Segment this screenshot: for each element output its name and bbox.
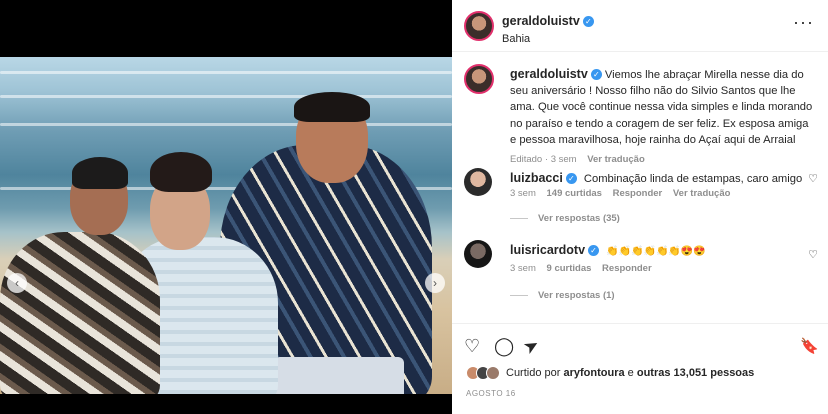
commenter-avatar[interactable] bbox=[464, 168, 492, 196]
verified-badge-icon: ✓ bbox=[590, 69, 602, 80]
next-photo-button[interactable]: › bbox=[425, 273, 445, 293]
post-location[interactable]: Bahia bbox=[502, 33, 594, 45]
liked-by-connector: e bbox=[627, 367, 634, 379]
comment-like-heart-icon[interactable]: ♡ bbox=[808, 248, 818, 261]
liked-by-row: Curtido por aryfontoura e outras 13,051 … bbox=[466, 366, 754, 380]
instagram-post-modal: ‹ › geraldoluistv ✓ Bahia ··· geraldoluis… bbox=[0, 0, 828, 414]
author-avatar[interactable] bbox=[464, 11, 494, 41]
post-date[interactable]: AGOSTO 16 bbox=[466, 389, 516, 398]
post-photo[interactable]: ‹ › bbox=[0, 57, 452, 394]
like-heart-icon[interactable]: ♡ bbox=[464, 336, 480, 357]
wave-stripe bbox=[0, 71, 452, 74]
share-icon[interactable]: ➤ bbox=[520, 334, 544, 360]
comment-likes[interactable]: 149 curtidas bbox=[547, 188, 602, 199]
comment-reply-button[interactable]: Responder bbox=[602, 263, 652, 274]
view-replies-label: Ver respostas (35) bbox=[538, 213, 620, 224]
comment-time[interactable]: 3 sem bbox=[510, 188, 536, 199]
bookmark-icon[interactable]: 🔖 bbox=[800, 337, 819, 355]
comment-text: 👏👏👏👏👏👏😍😍 bbox=[606, 246, 706, 257]
comment-body: luizbacci ✓ Combinação linda de estampas,… bbox=[510, 171, 802, 185]
commenter-avatar[interactable] bbox=[464, 240, 492, 268]
person-left-hair bbox=[72, 157, 128, 189]
liker-avatar[interactable] bbox=[486, 366, 500, 380]
previous-photo-button[interactable]: ‹ bbox=[7, 273, 27, 293]
chevron-left-icon: ‹ bbox=[15, 276, 19, 290]
person-left-dress bbox=[0, 232, 160, 394]
view-replies-link[interactable]: Ver respostas (35) bbox=[510, 213, 620, 224]
caption-edited: Editado bbox=[510, 154, 543, 166]
liked-by-others[interactable]: outras 13,051 pessoas bbox=[637, 367, 754, 379]
caption-author-avatar[interactable] bbox=[464, 64, 494, 94]
liked-by-user[interactable]: aryfontoura bbox=[563, 367, 624, 379]
caption-username[interactable]: geraldoluistv bbox=[510, 67, 588, 81]
person-right-shorts bbox=[274, 357, 404, 394]
verified-badge-icon: ✓ bbox=[565, 173, 577, 184]
chevron-right-icon: › bbox=[433, 276, 437, 290]
post-caption: geraldoluistv ✓ Viemos lhe abraçar Mirell… bbox=[510, 66, 816, 168]
post-actions-bar: ♡ ◯ ➤ 🔖 bbox=[452, 323, 828, 363]
wave-stripe bbox=[0, 123, 452, 126]
caption-meta: Editado · 3 sem Ver tradução bbox=[510, 154, 645, 166]
view-replies-link[interactable]: Ver respostas (1) bbox=[510, 290, 615, 301]
comment-text: Combinação linda de estampas, caro amigo bbox=[583, 173, 803, 185]
person-middle-hair bbox=[150, 152, 212, 192]
comment-meta: 3 sem 9 curtidas Responder bbox=[510, 263, 652, 274]
author-username[interactable]: geraldoluistv bbox=[502, 14, 580, 28]
person-right-hair bbox=[294, 92, 370, 122]
comment-time[interactable]: 3 sem bbox=[510, 263, 536, 274]
author-info: geraldoluistv ✓ Bahia bbox=[502, 12, 594, 45]
view-replies-label: Ver respostas (1) bbox=[538, 290, 615, 301]
comment-body: luisricardotv ✓ 👏👏👏👏👏👏😍😍 bbox=[510, 243, 706, 257]
post-header: geraldoluistv ✓ Bahia ··· bbox=[452, 0, 828, 52]
comment-likes[interactable]: 9 curtidas bbox=[547, 263, 592, 274]
caption-translate-link[interactable]: Ver tradução bbox=[587, 154, 645, 165]
caption-time[interactable]: 3 sem bbox=[551, 154, 577, 165]
verified-badge-icon: ✓ bbox=[582, 16, 594, 27]
comment-reply-button[interactable]: Responder bbox=[613, 188, 663, 199]
liked-by-prefix: Curtido por bbox=[506, 367, 561, 379]
comment-icon[interactable]: ◯ bbox=[494, 336, 514, 357]
wave-stripe bbox=[0, 95, 452, 98]
comment-like-heart-icon[interactable]: ♡ bbox=[808, 172, 818, 185]
comment-meta: 3 sem 149 curtidas Responder Ver traduçã… bbox=[510, 188, 730, 199]
more-options-icon[interactable]: ··· bbox=[793, 12, 814, 33]
comment-translate-link[interactable]: Ver tradução bbox=[673, 188, 731, 199]
post-details-panel: geraldoluistv ✓ Bahia ··· geraldoluistv ✓ … bbox=[452, 0, 828, 414]
replies-divider bbox=[510, 294, 528, 296]
comment-username[interactable]: luisricardotv bbox=[510, 243, 585, 257]
verified-badge-icon: ✓ bbox=[588, 245, 600, 256]
comment-username[interactable]: luizbacci bbox=[510, 171, 563, 185]
replies-divider bbox=[510, 217, 528, 219]
